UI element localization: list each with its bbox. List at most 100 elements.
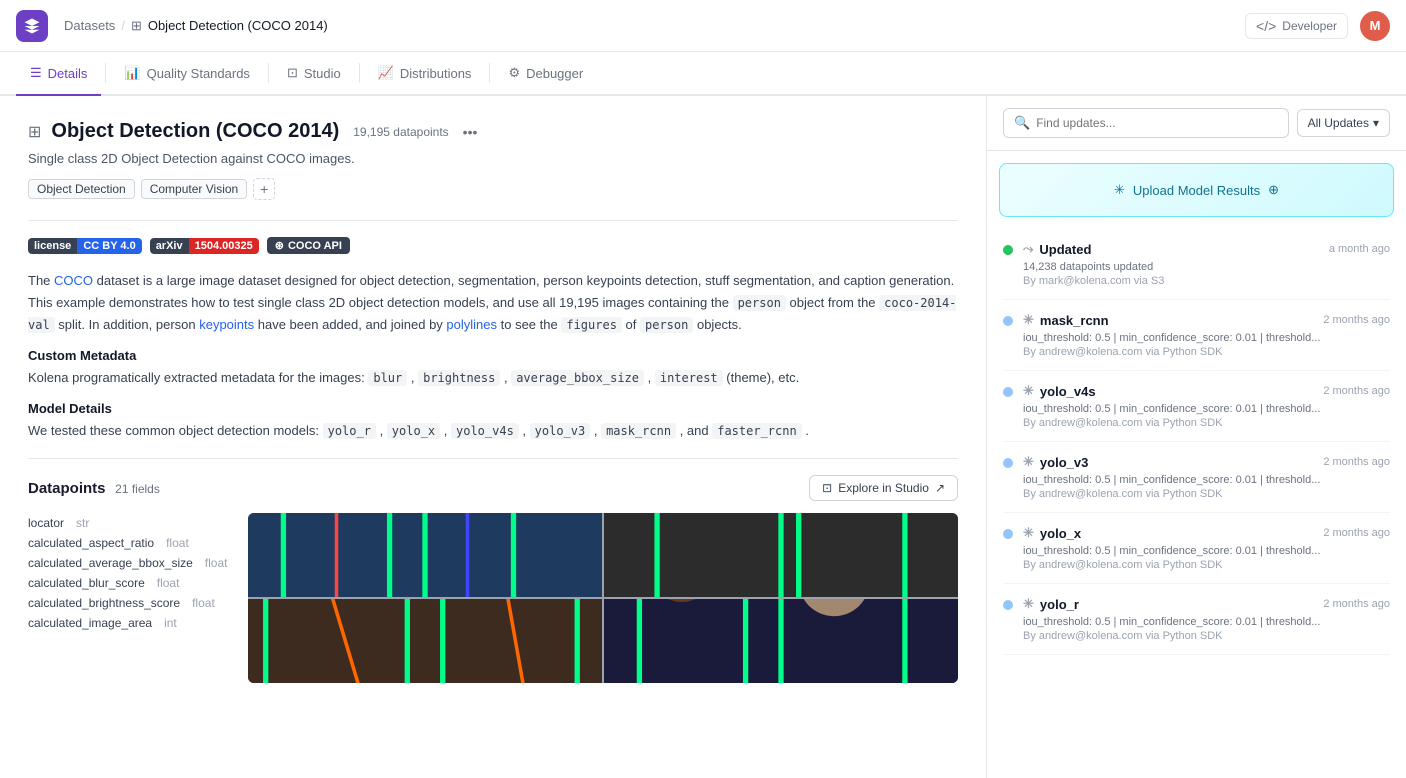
divider-2 (28, 458, 958, 459)
quality-icon: 📊 (124, 65, 140, 81)
github-icon: ⊛ (275, 239, 284, 252)
update-content: ✳ yolo_x 2 months ago iou_threshold: 0.5… (1023, 525, 1390, 571)
model-name: yolo_r (1040, 597, 1079, 612)
details-icon: ☰ (30, 65, 42, 81)
license-badge-cc[interactable]: license CC BY 4.0 (28, 238, 142, 254)
model-name: mask_rcnn (1040, 313, 1109, 328)
update-content: ✳ yolo_v3 2 months ago iou_threshold: 0.… (1023, 454, 1390, 500)
more-btn[interactable]: ••• (463, 124, 478, 140)
update-meta: iou_threshold: 0.5 | min_confidence_scor… (1023, 403, 1390, 415)
top-right: </> Developer M (1245, 11, 1390, 41)
breadcrumb: Datasets / ⊞ Object Detection (COCO 2014… (64, 18, 1245, 34)
field-name: calculated_brightness_score (28, 596, 180, 610)
update-content: ⤳ Updated a month ago 14,238 datapoints … (1023, 241, 1390, 287)
polylines-link[interactable]: polylines (446, 317, 497, 332)
chevron-down-icon: ▾ (1373, 116, 1379, 130)
tag-add-btn[interactable]: + (253, 178, 275, 200)
content-area: ⊞ Object Detection (COCO 2014) 19,195 da… (0, 96, 986, 778)
tab-studio[interactable]: ⊡ Studio (273, 52, 355, 96)
update-header: ✳ yolo_v4s 2 months ago (1023, 383, 1390, 399)
update-meta: 14,238 datapoints updated (1023, 261, 1390, 273)
tab-quality[interactable]: 📊 Quality Standards (110, 52, 264, 96)
github-badge[interactable]: ⊛ COCO API (267, 237, 350, 254)
update-item-yolo-r: ✳ yolo_r 2 months ago iou_threshold: 0.5… (1003, 584, 1390, 655)
main-layout: ⊞ Object Detection (COCO 2014) 19,195 da… (0, 96, 1406, 778)
dot-blue (1003, 387, 1013, 397)
studio-icon: ⊡ (287, 65, 298, 81)
update-by: By mark@kolena.com via S3 (1023, 275, 1390, 287)
body-text-main: The COCO dataset is a large image datase… (28, 270, 958, 336)
image-cell-2 (604, 513, 958, 597)
license-badge-arxiv[interactable]: arXiv 1504.00325 (150, 238, 259, 254)
update-header: ✳ mask_rcnn 2 months ago (1023, 312, 1390, 328)
fields-table: locator str calculated_aspect_ratio floa… (28, 513, 228, 683)
dot-blue (1003, 600, 1013, 610)
search-input[interactable] (1036, 116, 1277, 130)
update-time: a month ago (1329, 243, 1390, 255)
github-label: COCO API (288, 240, 342, 252)
model-name: yolo_v3 (1040, 455, 1088, 470)
image-cell-1 (248, 513, 602, 597)
search-box[interactable]: 🔍 (1003, 108, 1289, 138)
update-name: ✳ mask_rcnn (1023, 312, 1109, 328)
update-header: ✳ yolo_r 2 months ago (1023, 596, 1390, 612)
tag-object-detection[interactable]: Object Detection (28, 179, 135, 199)
field-type: float (192, 596, 215, 610)
route-icon: ⤳ (1023, 241, 1033, 257)
tab-bar: ☰ Details 📊 Quality Standards ⊡ Studio 📈… (0, 52, 1406, 96)
tab-studio-label: Studio (304, 66, 341, 81)
update-content: ✳ yolo_v4s 2 months ago iou_threshold: 0… (1023, 383, 1390, 429)
tab-details[interactable]: ☰ Details (16, 52, 101, 96)
update-by: By andrew@kolena.com via Python SDK (1023, 559, 1390, 571)
fields-badge: 21 fields (115, 482, 160, 496)
field-name: locator (28, 516, 64, 530)
breadcrumb-current: Object Detection (COCO 2014) (148, 18, 328, 33)
image-cell-4 (604, 599, 958, 683)
license-label: license (28, 238, 77, 254)
update-header: ✳ yolo_v3 2 months ago (1023, 454, 1390, 470)
update-meta: iou_threshold: 0.5 | min_confidence_scor… (1023, 332, 1390, 344)
filter-dropdown[interactable]: All Updates ▾ (1297, 109, 1390, 137)
tab-debugger[interactable]: ⚙ Debugger (494, 52, 597, 96)
filter-label: All Updates (1308, 116, 1369, 130)
custom-metadata-body: Kolena programatically extracted metadat… (28, 367, 958, 389)
distributions-icon: 📈 (378, 65, 394, 81)
dataset-icon: ⊞ (28, 122, 41, 142)
breadcrumb-datasets[interactable]: Datasets (64, 18, 115, 33)
field-row-bbox: calculated_average_bbox_size float (28, 553, 228, 573)
code-icon: </> (1256, 18, 1276, 34)
snowflake-icon: ✳ (1023, 525, 1034, 541)
image-cell-3 (248, 599, 602, 683)
field-name: calculated_image_area (28, 616, 152, 630)
sparkle-icon: ✳ (1114, 182, 1125, 198)
field-name: calculated_average_bbox_size (28, 556, 193, 570)
tag-computer-vision[interactable]: Computer Vision (141, 179, 248, 199)
keypoints-link[interactable]: keypoints (199, 317, 254, 332)
user-avatar[interactable]: M (1360, 11, 1390, 41)
explore-studio-btn[interactable]: ⊡ Explore in Studio ↗ (809, 475, 958, 501)
update-by: By andrew@kolena.com via Python SDK (1023, 417, 1390, 429)
debugger-icon: ⚙ (508, 65, 520, 81)
coco-link[interactable]: COCO (54, 273, 93, 288)
tab-divider-1 (105, 63, 106, 83)
field-type: str (76, 516, 89, 530)
tab-distributions-label: Distributions (400, 66, 472, 81)
model-name: yolo_v4s (1040, 384, 1096, 399)
update-meta: iou_threshold: 0.5 | min_confidence_scor… (1023, 545, 1390, 557)
snowflake-icon: ✳ (1023, 383, 1034, 399)
update-item-yolo-v4s: ✳ yolo_v4s 2 months ago iou_threshold: 0… (1003, 371, 1390, 442)
update-by: By andrew@kolena.com via Python SDK (1023, 346, 1390, 358)
update-header: ✳ yolo_x 2 months ago (1023, 525, 1390, 541)
plus-circle-icon: ⊕ (1268, 182, 1279, 198)
field-row-aspect: calculated_aspect_ratio float (28, 533, 228, 553)
right-panel-header: 🔍 All Updates ▾ (987, 96, 1406, 151)
datapoints-title-group: Datapoints 21 fields (28, 480, 160, 497)
upload-banner[interactable]: ✳ Upload Model Results ⊕ (999, 163, 1394, 217)
field-row-blur: calculated_blur_score float (28, 573, 228, 593)
app-logo[interactable] (16, 10, 48, 42)
divider-1 (28, 220, 958, 221)
datapoints-badge: 19,195 datapoints (353, 125, 448, 139)
dot-green (1003, 245, 1013, 255)
tab-distributions[interactable]: 📈 Distributions (364, 52, 486, 96)
developer-badge[interactable]: </> Developer (1245, 13, 1348, 39)
